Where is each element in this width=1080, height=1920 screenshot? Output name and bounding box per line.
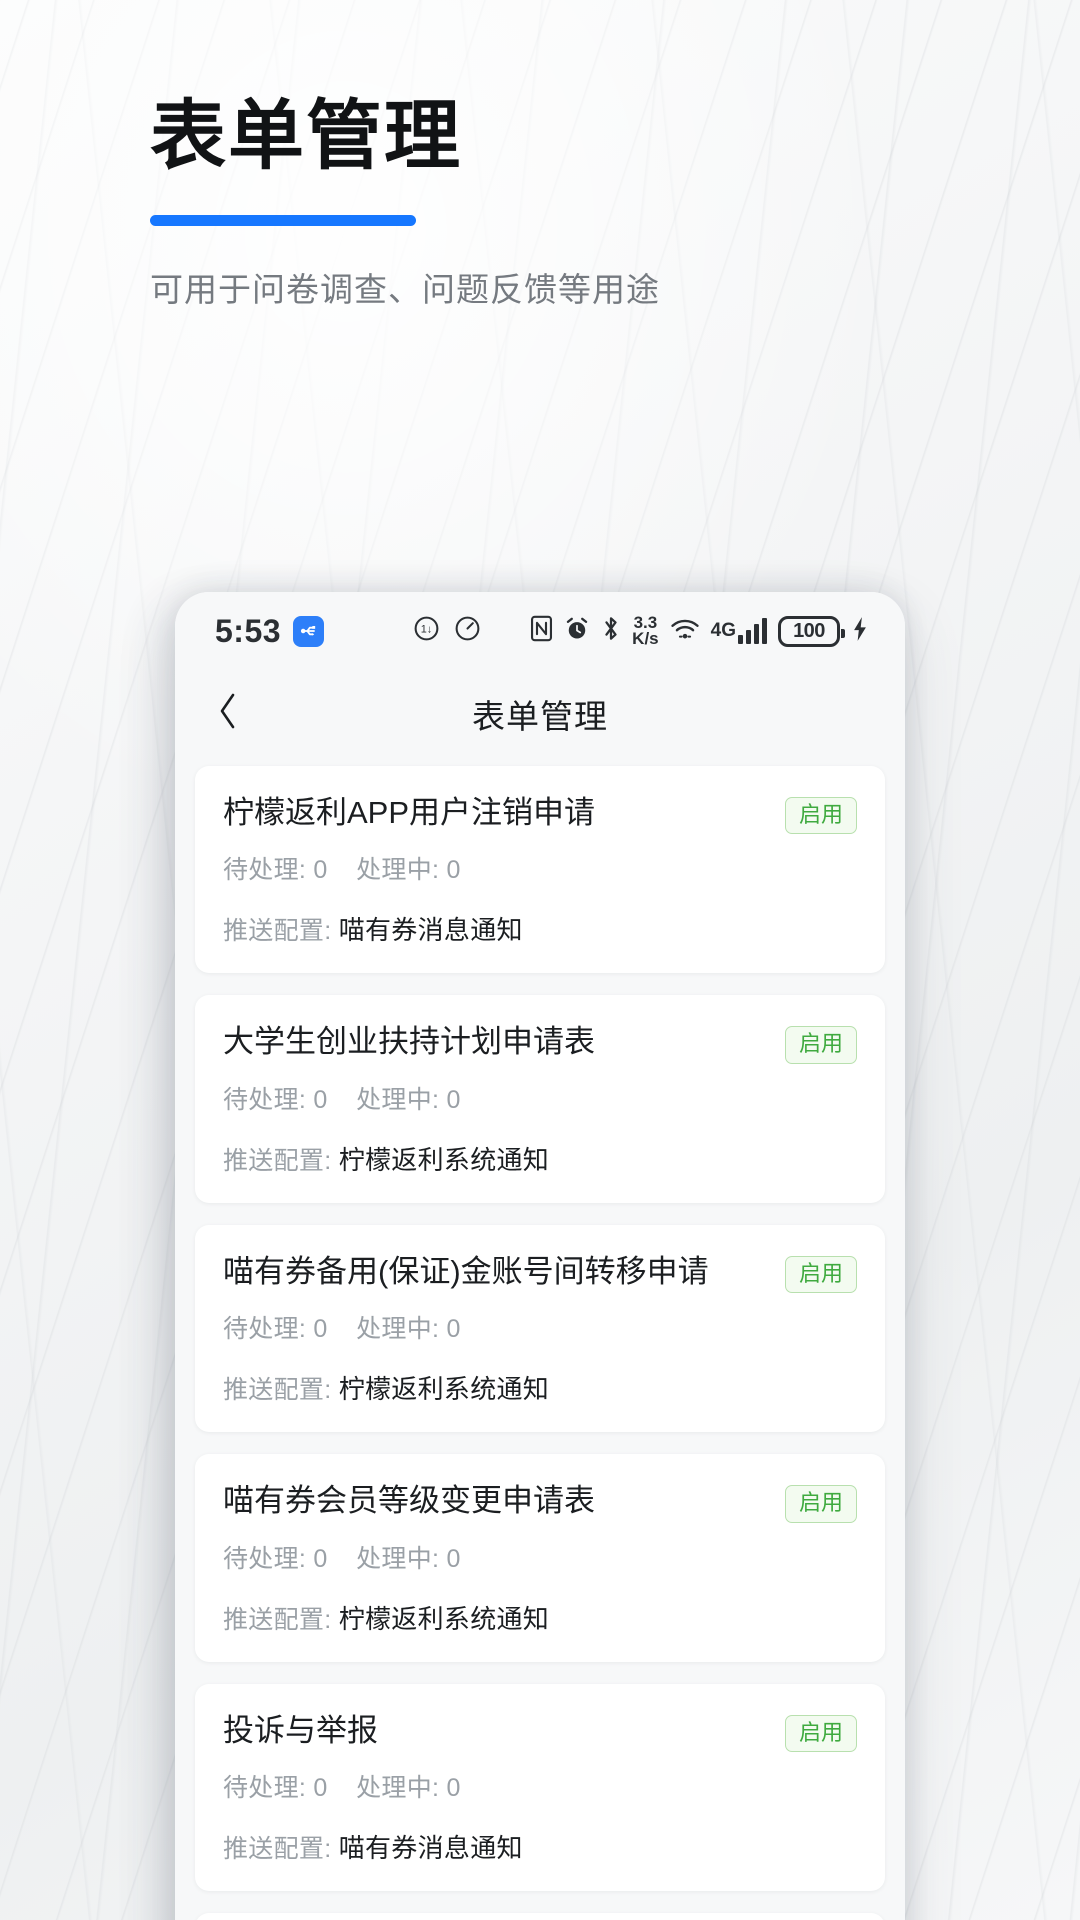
speed-dial-icon [453, 614, 482, 648]
processing-count: 0 [446, 856, 461, 885]
push-config-value: 柠檬返利系统通知 [338, 1603, 550, 1634]
status-badge: 启用 [784, 1026, 857, 1064]
charging-bolt-icon [851, 616, 869, 647]
app-navbar: 表单管理 [175, 670, 905, 758]
push-config-value: 喵有券消息通知 [338, 915, 523, 946]
status-bar-right: 3.3 K/s 4G 100 [530, 614, 869, 648]
pending-label: 待处理: [223, 1085, 307, 1114]
page-subtitle: 可用于问卷调查、问题反馈等用途 [150, 270, 660, 308]
processing-label: 处理中: [356, 1544, 440, 1573]
processing-count: 0 [446, 1773, 461, 1802]
table-row[interactable]: 大学生创业扶持计划申请表 启用 待处理: 0 处理中: 0 推送配置: 柠檬返利… [195, 995, 885, 1203]
navbar-title: 表单管理 [472, 698, 608, 735]
form-title: 喵有券备用(保证)金账号间转移申请 [223, 1253, 709, 1289]
status-badge: 启用 [784, 1714, 857, 1752]
network-type-label: 4G [710, 620, 736, 641]
status-badge: 启用 [784, 797, 857, 835]
form-push-config: 推送配置: 喵有券消息通知 [223, 1828, 857, 1865]
processing-count: 0 [446, 1544, 461, 1573]
form-push-config: 推送配置: 柠檬返利系统通知 [223, 1369, 857, 1406]
form-counts: 待处理: 0 处理中: 0 [223, 1309, 857, 1345]
form-push-config: 推送配置: 柠檬返利系统通知 [223, 1599, 857, 1636]
status-badge: 启用 [784, 1485, 857, 1523]
card-header: 大学生创业扶持计划申请表 启用 [223, 1023, 857, 1064]
svg-text:1↓: 1↓ [421, 624, 432, 636]
accent-rule [150, 214, 416, 226]
form-title: 大学生创业扶持计划申请表 [223, 1024, 595, 1060]
form-title: 投诉与举报 [223, 1712, 378, 1748]
push-config-label: 推送配置: [223, 1146, 332, 1175]
table-row[interactable]: 投诉与举报 启用 待处理: 0 处理中: 0 推送配置: 喵有券消息通知 [195, 1683, 885, 1891]
push-config-label: 推送配置: [223, 917, 332, 946]
status-bar-left: 5:53 [215, 612, 325, 650]
network-speed: 3.3 K/s [632, 614, 659, 648]
nfc-icon [530, 615, 553, 647]
form-push-config: 推送配置: 喵有券消息通知 [223, 910, 857, 947]
usb-icon [293, 615, 325, 647]
form-push-config: 推送配置: 柠檬返利系统通知 [223, 1140, 857, 1177]
processing-label: 处理中: [356, 1773, 440, 1802]
table-row[interactable] [195, 1912, 885, 1920]
push-config-value: 柠檬返利系统通知 [338, 1374, 550, 1405]
pending-count: 0 [313, 1315, 328, 1344]
table-row[interactable]: 喵有券备用(保证)金账号间转移申请 启用 待处理: 0 处理中: 0 推送配置:… [195, 1224, 885, 1433]
pending-count: 0 [313, 856, 328, 885]
status-time: 5:53 [215, 612, 282, 649]
alarm-clock-icon [564, 616, 590, 647]
pending-label: 待处理: [223, 1773, 307, 1802]
network-speed-unit: K/s [632, 629, 659, 648]
bluetooth-icon [601, 615, 621, 647]
form-counts: 待处理: 0 处理中: 0 [223, 1539, 857, 1575]
form-counts: 待处理: 0 处理中: 0 [223, 1768, 857, 1804]
push-config-label: 推送配置: [223, 1834, 332, 1863]
hero-header: 表单管理 可用于问卷调查、问题反馈等用途 [150, 91, 1010, 312]
table-row[interactable]: 柠檬返利APP用户注销申请 启用 待处理: 0 处理中: 0 推送配置: 喵有券… [195, 766, 885, 974]
pending-count: 0 [313, 1544, 328, 1573]
form-list[interactable]: 柠檬返利APP用户注销申请 启用 待处理: 0 处理中: 0 推送配置: 喵有券… [175, 758, 905, 1920]
form-title: 柠檬返利APP用户注销申请 [223, 795, 596, 830]
processing-count: 0 [446, 1085, 461, 1114]
screen-record-icon: 1↓ [412, 614, 441, 648]
battery-indicator: 100 [778, 615, 845, 647]
wifi-icon [670, 616, 700, 647]
push-config-label: 推送配置: [223, 1605, 332, 1634]
form-title: 喵有券会员等级变更申请表 [223, 1483, 595, 1519]
status-bar: 5:53 1↓ 3.3 K/s 4G 100 [175, 592, 905, 670]
pending-count: 0 [313, 1773, 328, 1802]
push-config-value: 喵有券消息通知 [338, 1832, 523, 1863]
push-config-value: 柠檬返利系统通知 [338, 1144, 550, 1175]
page-title: 表单管理 [150, 91, 462, 180]
card-header: 柠檬返利APP用户注销申请 启用 [223, 794, 857, 835]
pending-label: 待处理: [223, 1315, 307, 1344]
signal-bars-icon [738, 618, 767, 644]
processing-label: 处理中: [356, 1315, 440, 1344]
card-header: 投诉与举报 启用 [223, 1712, 857, 1752]
form-counts: 待处理: 0 处理中: 0 [223, 1080, 857, 1116]
signal-indicator: 4G [711, 618, 767, 644]
battery-level: 100 [793, 619, 825, 642]
form-counts: 待处理: 0 处理中: 0 [223, 850, 857, 886]
status-badge: 启用 [784, 1255, 857, 1294]
processing-label: 处理中: [356, 1085, 440, 1114]
phone-mockup: 5:53 1↓ 3.3 K/s 4G 100 表单管理 柠檬返利APP用户注销申… [175, 592, 905, 1920]
processing-count: 0 [446, 1315, 461, 1344]
card-header: 喵有券会员等级变更申请表 启用 [223, 1482, 857, 1523]
push-config-label: 推送配置: [223, 1376, 332, 1405]
processing-label: 处理中: [356, 856, 440, 885]
pending-count: 0 [313, 1085, 328, 1114]
pending-label: 待处理: [223, 1544, 307, 1573]
status-bar-middle: 1↓ [324, 614, 530, 648]
card-header: 喵有券备用(保证)金账号间转移申请 启用 [223, 1253, 857, 1294]
table-row[interactable]: 喵有券会员等级变更申请表 启用 待处理: 0 处理中: 0 推送配置: 柠檬返利… [195, 1454, 885, 1662]
pending-label: 待处理: [223, 856, 307, 885]
